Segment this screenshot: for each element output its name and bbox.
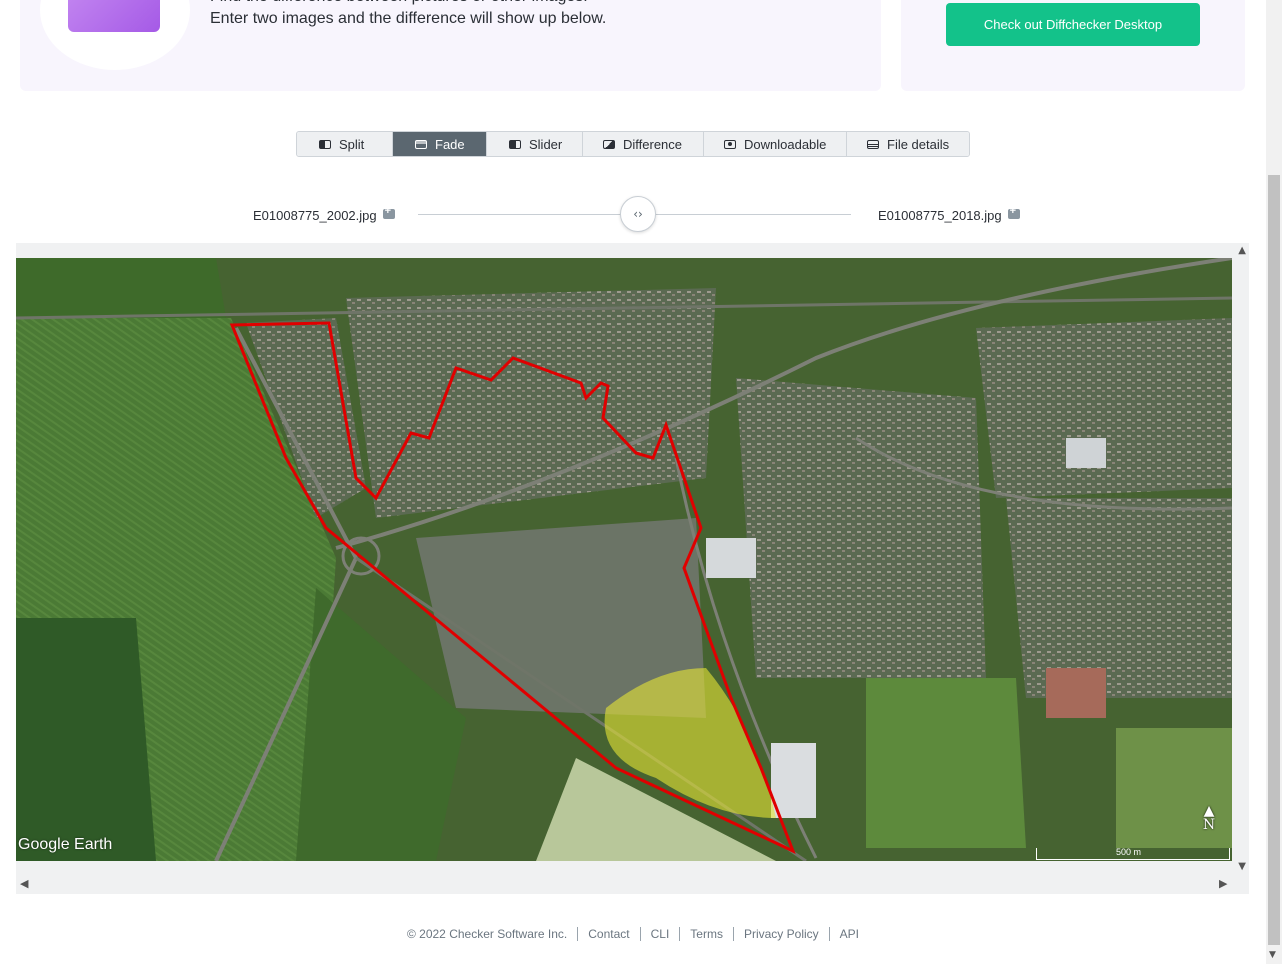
north-label: N bbox=[1202, 817, 1216, 833]
fade-view-icon bbox=[415, 139, 427, 149]
tab-label: Fade bbox=[435, 136, 465, 152]
fade-slider-handle[interactable]: ‹› bbox=[620, 196, 656, 232]
promo-panel: Check out Diffchecker Desktop bbox=[901, 0, 1245, 91]
page-scroll-down-icon[interactable]: ▼ bbox=[1269, 950, 1276, 960]
tab-difference[interactable]: Difference bbox=[583, 132, 704, 156]
slider-view-icon bbox=[509, 139, 521, 149]
north-arrow-icon: ▲ N bbox=[1200, 804, 1218, 832]
tab-file-details[interactable]: File details bbox=[847, 132, 969, 156]
split-view-icon bbox=[319, 139, 331, 149]
right-file: E01008775_2018.jpg bbox=[878, 205, 1020, 223]
tab-label: Difference bbox=[623, 136, 683, 152]
scroll-left-icon[interactable]: ◀ bbox=[20, 877, 28, 890]
difference-view-icon bbox=[603, 139, 615, 149]
footer-link-terms[interactable]: Terms bbox=[679, 927, 733, 941]
footer-link-privacy[interactable]: Privacy Policy bbox=[732, 927, 829, 941]
image-viewer[interactable]: Google Earth 500 m ▲ N ▲ ▼ ◀ ▶ bbox=[16, 243, 1249, 894]
replace-file-icon[interactable] bbox=[1007, 205, 1020, 219]
footer-link-cli[interactable]: CLI bbox=[639, 927, 680, 941]
image-icon bbox=[68, 0, 160, 32]
hero-line-1: Find the difference between pictures or … bbox=[210, 0, 606, 8]
hero-panel: Find the difference between pictures or … bbox=[20, 0, 881, 91]
scroll-down-icon[interactable]: ▼ bbox=[1238, 861, 1246, 872]
google-earth-watermark: Google Earth bbox=[18, 836, 113, 853]
tab-slider[interactable]: Slider bbox=[487, 132, 583, 156]
footer-link-api[interactable]: API bbox=[828, 927, 869, 941]
footer-copyright: © 2022 Checker Software Inc. bbox=[406, 927, 568, 941]
tab-split[interactable]: Split bbox=[297, 132, 393, 156]
hero-text: Find the difference between pictures or … bbox=[210, 0, 606, 30]
scroll-right-icon[interactable]: ▶ bbox=[1219, 877, 1227, 890]
footer: © 2022 Checker Software Inc. Contact CLI… bbox=[0, 927, 1266, 941]
slider-handle-glyph: ‹› bbox=[633, 207, 643, 221]
tab-downloadable[interactable]: Downloadable bbox=[704, 132, 847, 156]
tab-label: Split bbox=[339, 136, 365, 152]
replace-file-icon[interactable] bbox=[382, 205, 395, 219]
tab-label: Slider bbox=[529, 136, 563, 152]
tab-label: Downloadable bbox=[744, 136, 827, 152]
diffchecker-desktop-button[interactable]: Check out Diffchecker Desktop bbox=[946, 3, 1200, 46]
aerial-map-image: Google Earth 500 m ▲ N bbox=[16, 258, 1232, 861]
tab-fade[interactable]: Fade bbox=[393, 132, 487, 156]
hero-line-2: Enter two images and the difference will… bbox=[210, 10, 607, 27]
left-file: E01008775_2002.jpg bbox=[253, 205, 395, 223]
footer-link-contact[interactable]: Contact bbox=[577, 927, 639, 941]
view-mode-tabs: Split Fade Slider Difference Downloadabl… bbox=[296, 131, 970, 157]
right-file-name: E01008775_2018.jpg bbox=[878, 208, 1002, 223]
scroll-up-icon[interactable]: ▲ bbox=[1238, 245, 1246, 256]
file-details-icon bbox=[867, 139, 879, 149]
page-scrollbar-thumb[interactable] bbox=[1268, 175, 1280, 945]
scale-label: 500 m bbox=[1116, 847, 1142, 857]
tab-label: File details bbox=[887, 136, 950, 152]
camera-icon bbox=[724, 139, 736, 149]
left-file-name: E01008775_2002.jpg bbox=[253, 208, 377, 223]
